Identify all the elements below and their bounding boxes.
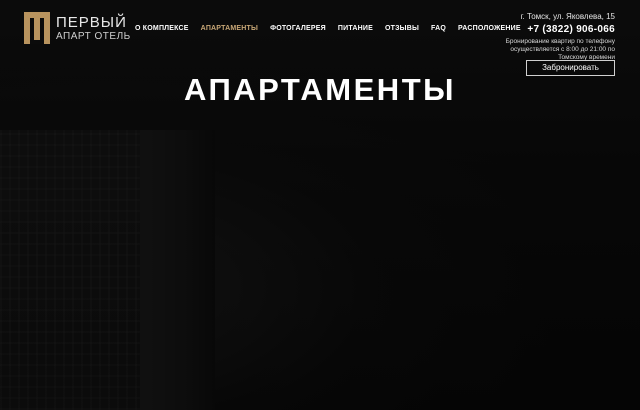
booking-hours-note: Бронирование квартир по телефону осущест… [505,38,615,61]
contact-block: г. Томск, ул. Яковлева, 15 +7 (3822) 906… [485,12,615,62]
phone-link[interactable]: +7 (3822) 906-066 [485,24,615,36]
nav-item-apartments[interactable]: АПАРТАМЕНТЫ [201,25,258,32]
site-header: ПЕРВЫЙ АПАРТ ОТЕЛЬ О КОМПЛЕКСЕ АПАРТАМЕН… [0,0,640,80]
nav-item-faq[interactable]: FAQ [431,25,446,32]
nav-item-food[interactable]: ПИТАНИЕ [338,25,373,32]
page: ПЕРВЫЙ АПАРТ ОТЕЛЬ О КОМПЛЕКСЕ АПАРТАМЕН… [0,0,640,410]
main-nav: О КОМПЛЕКСЕ АПАРТАМЕНТЫ ФОТОГАЛЕРЕЯ ПИТА… [135,25,521,32]
address: г. Томск, ул. Яковлева, 15 [520,12,615,21]
logo-title: ПЕРВЫЙ [56,14,127,31]
logo[interactable]: ПЕРВЫЙ АПАРТ ОТЕЛЬ [24,12,131,44]
nav-item-gallery[interactable]: ФОТОГАЛЕРЕЯ [270,25,326,32]
nav-item-reviews[interactable]: ОТЗЫВЫ [385,25,419,32]
logo-text: ПЕРВЫЙ АПАРТ ОТЕЛЬ [56,15,131,43]
page-title: АПАРТАМЕНТЫ [184,72,456,107]
logo-subtitle: АПАРТ ОТЕЛЬ [56,31,131,42]
nav-item-about[interactable]: О КОМПЛЕКСЕ [135,25,189,32]
logo-mark-icon [24,12,50,44]
